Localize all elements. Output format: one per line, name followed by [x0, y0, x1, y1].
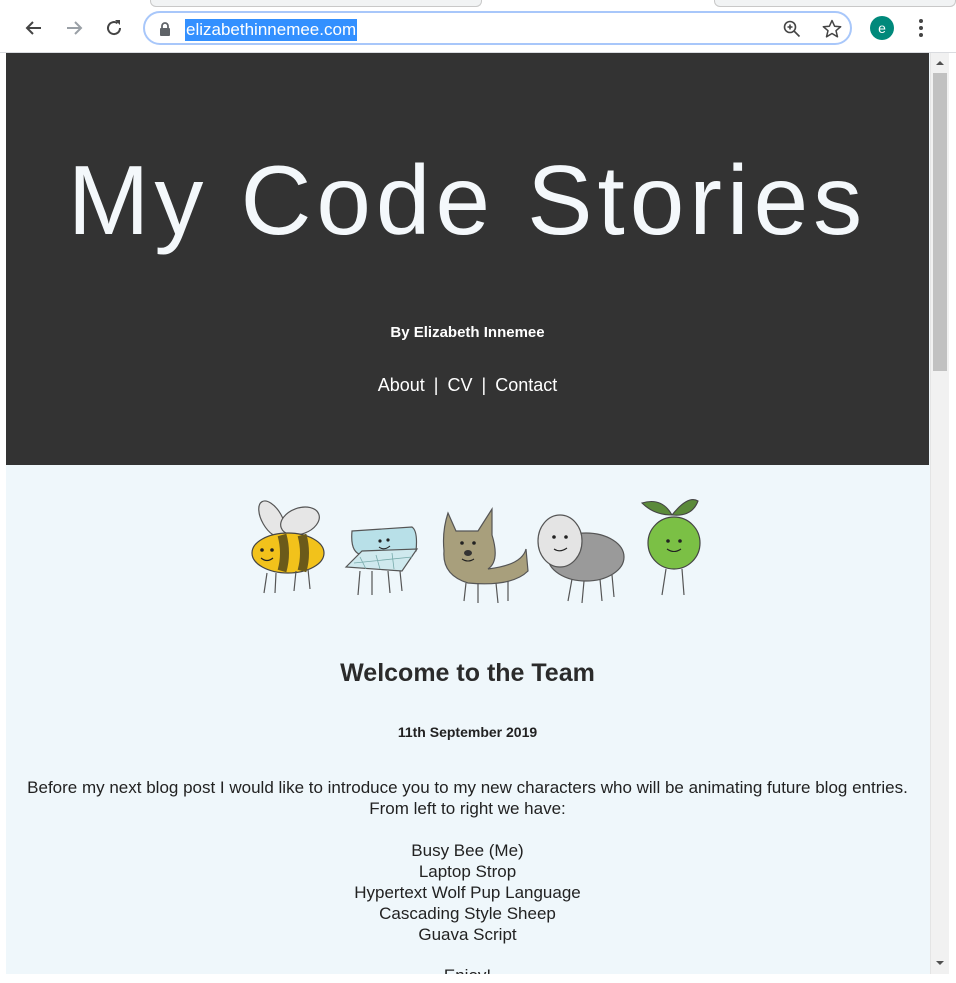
list-item: Hypertext Wolf Pup Language: [354, 883, 581, 902]
reload-icon: [107, 20, 122, 36]
site-header: My Code Stories By Elizabeth Innemee Abo…: [6, 53, 929, 465]
back-arrow-icon: [25, 21, 41, 35]
character-list: Busy Bee (Me) Laptop Strop Hypertext Wol…: [6, 840, 929, 945]
characters-illustration: [251, 499, 701, 604]
laptop-character: [344, 526, 419, 596]
post-date: 11th September 2019: [397, 724, 538, 740]
list-item: Guava Script: [418, 925, 517, 944]
browser-toolbar: elizabethinnemee.com e: [0, 0, 956, 53]
author-byline: By Elizabeth Innemee: [390, 324, 545, 341]
url-text[interactable]: elizabethinnemee.com: [185, 19, 358, 41]
page-scrollbar[interactable]: [930, 53, 949, 974]
tab-strip-edge: [714, 0, 956, 7]
profile-avatar[interactable]: e: [870, 16, 894, 40]
tab-strip-edge: [150, 0, 482, 7]
nav-separator: |: [433, 375, 439, 395]
scroll-thumb[interactable]: [933, 73, 947, 371]
bee-character: [251, 500, 325, 594]
site-title: My Code Stories: [67, 145, 868, 255]
site-nav: About | CV | Contact: [6, 375, 929, 396]
wolf-pup-character: [442, 506, 529, 604]
post-body: Before my next blog post I would like to…: [6, 777, 929, 819]
nav-link-about[interactable]: About: [378, 375, 425, 395]
nav-link-contact[interactable]: Contact: [495, 375, 557, 395]
zoom-icon[interactable]: [783, 20, 801, 38]
more-vert-icon[interactable]: [918, 18, 924, 38]
post-title: Welcome to the Team: [340, 659, 595, 687]
back-button[interactable]: [18, 12, 50, 44]
address-bar[interactable]: elizabethinnemee.com: [143, 11, 852, 45]
blog-post: Welcome to the Team 11th September 2019 …: [6, 659, 929, 974]
guava-character: [640, 499, 701, 596]
nav-link-cv[interactable]: CV: [447, 375, 472, 395]
window-bottom-edge: [0, 974, 956, 983]
reload-button[interactable]: [98, 12, 130, 44]
list-item: Laptop Strop: [418, 862, 517, 881]
star-icon[interactable]: [822, 19, 842, 39]
post-intro-line: Before my next blog post I would like to…: [27, 778, 908, 797]
lock-icon[interactable]: [159, 22, 171, 36]
list-item: Cascading Style Sheep: [379, 904, 556, 923]
sheep-character: [537, 514, 625, 604]
forward-arrow-icon: [67, 21, 83, 35]
post-closing: Enjoy!: [6, 966, 929, 974]
nav-separator: |: [481, 375, 487, 395]
scroll-up-icon[interactable]: [935, 58, 945, 68]
list-item: Busy Bee (Me): [411, 841, 524, 860]
post-intro-line: From left to right we have:: [369, 799, 566, 818]
scroll-down-icon[interactable]: [935, 958, 945, 968]
page-viewport: My Code Stories By Elizabeth Innemee Abo…: [6, 53, 930, 974]
forward-button[interactable]: [58, 12, 90, 44]
